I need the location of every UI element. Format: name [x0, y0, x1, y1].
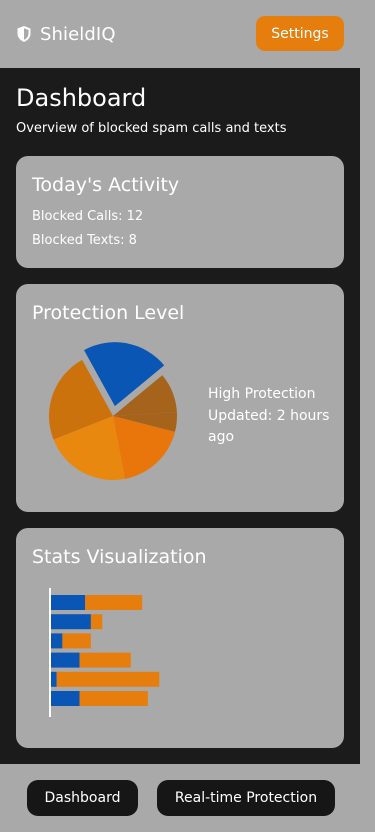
brand: ShieldIQ	[16, 22, 116, 46]
protection-pie-chart	[40, 332, 200, 492]
settings-button[interactable]: Settings	[256, 16, 344, 51]
stats-bar-chart	[40, 584, 220, 724]
bar-segment	[62, 633, 91, 649]
bar-segment	[90, 614, 103, 630]
protection-card: Protection Level High Protection Updated…	[16, 284, 344, 512]
bar-svg	[49, 588, 160, 717]
nav-dashboard-button[interactable]: Dashboard	[27, 780, 138, 816]
stats-card: Stats Visualization	[16, 528, 344, 748]
scroll-edge	[360, 0, 375, 832]
blocked-texts-text: Blocked Texts: 8	[32, 233, 137, 248]
bar-segment	[85, 595, 143, 610]
protection-updated-text: Updated: 2 hours ago	[208, 408, 330, 445]
activity-title: Today's Activity	[32, 174, 180, 196]
bottom-nav: Dashboard Real-time Protection	[0, 764, 360, 832]
activity-card: Today's Activity Blocked Calls: 12 Block…	[16, 156, 344, 268]
page-title: Dashboard	[16, 84, 147, 112]
protection-info: High Protection Updated: 2 hours ago	[208, 384, 336, 449]
nav-realtime-protection-button[interactable]: Real-time Protection	[157, 780, 335, 816]
protection-title: Protection Level	[32, 302, 185, 324]
bar-segment	[51, 633, 63, 649]
page-subtitle: Overview of blocked spam calls and texts	[16, 121, 287, 136]
bar-segment	[79, 691, 148, 706]
app-header: ShieldIQ Settings	[0, 0, 360, 68]
stats-title: Stats Visualization	[32, 546, 207, 568]
protection-level-text: High Protection	[208, 386, 316, 402]
bar-segment	[56, 671, 160, 687]
bar-segment	[79, 652, 131, 668]
bar-segment	[51, 614, 91, 630]
blocked-calls-text: Blocked Calls: 12	[32, 209, 144, 224]
shield-icon	[16, 25, 32, 43]
bar-segment	[51, 652, 80, 668]
pie-svg	[49, 342, 178, 480]
bar-segment	[51, 671, 57, 687]
bar-segment	[51, 595, 86, 610]
app-name: ShieldIQ	[40, 23, 116, 45]
bar-segment	[51, 691, 80, 706]
